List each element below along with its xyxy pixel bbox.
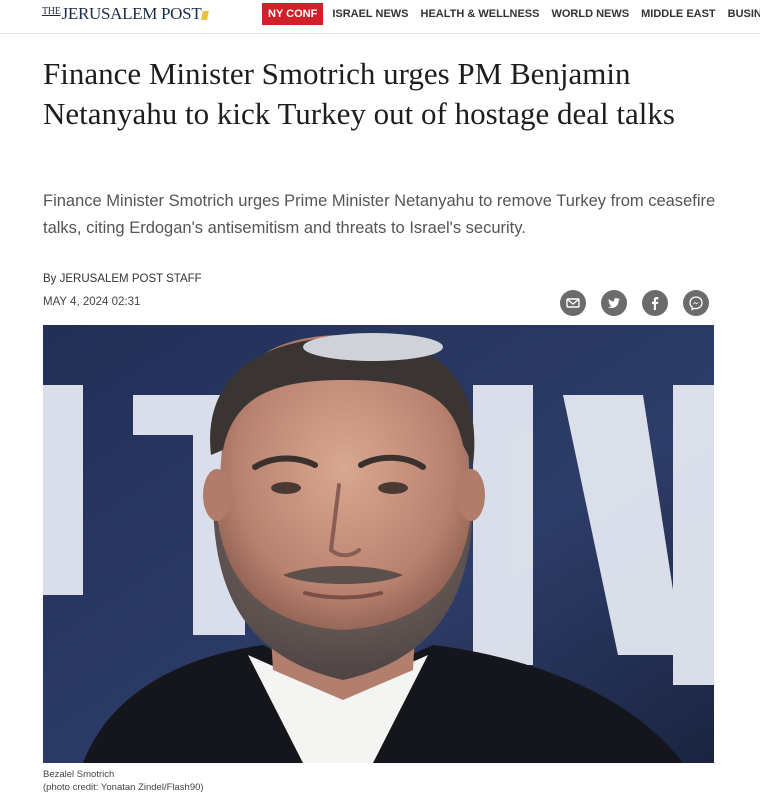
article-byline[interactable]: By JERUSALEM POST STAFF bbox=[43, 273, 202, 285]
photo-caption: Bezalel Smotrich bbox=[43, 769, 115, 780]
share-email-button[interactable] bbox=[560, 290, 586, 316]
messenger-icon bbox=[689, 296, 703, 311]
nav-item-health-wellness[interactable]: HEALTH & WELLNESS bbox=[421, 3, 540, 25]
top-navigation-bar: THEJERUSALEM POST NY CONF ISRAEL NEWS HE… bbox=[0, 0, 760, 34]
nav-item-israel-news[interactable]: ISRAEL NEWS bbox=[332, 3, 408, 25]
nav-item-middle-east[interactable]: MIDDLE EAST bbox=[641, 3, 716, 25]
main-nav: NY CONF ISRAEL NEWS HEALTH & WELLNESS WO… bbox=[262, 3, 760, 25]
email-icon bbox=[566, 298, 580, 308]
article-subhead: Finance Minister Smotrich urges Prime Mi… bbox=[43, 192, 716, 237]
logo-the: THE bbox=[42, 6, 61, 17]
photo-caption-block: Bezalel Smotrich (photo credit: Yonatan … bbox=[43, 768, 204, 794]
nav-item-business[interactable]: BUSINESS & bbox=[728, 3, 760, 25]
logo-mark-icon bbox=[201, 11, 210, 20]
logo-text: JERUSALEM POST bbox=[61, 4, 202, 23]
facebook-icon bbox=[652, 297, 659, 310]
article-date: MAY 4, 2024 02:31 bbox=[43, 296, 141, 308]
nav-item-world-news[interactable]: WORLD NEWS bbox=[551, 3, 629, 25]
nav-item-ny-conf[interactable]: NY CONF bbox=[262, 3, 324, 25]
article-photo[interactable] bbox=[43, 325, 714, 763]
share-messenger-button[interactable] bbox=[683, 290, 709, 316]
article-headline: Finance Minister Smotrich urges PM Benja… bbox=[43, 56, 675, 131]
site-logo[interactable]: THEJERUSALEM POST bbox=[42, 4, 210, 26]
share-twitter-button[interactable] bbox=[601, 290, 627, 316]
portrait-image bbox=[43, 325, 714, 763]
twitter-icon bbox=[608, 298, 620, 309]
photo-credit: (photo credit: Yonatan Zindel/Flash90) bbox=[43, 782, 204, 793]
share-facebook-button[interactable] bbox=[642, 290, 668, 316]
